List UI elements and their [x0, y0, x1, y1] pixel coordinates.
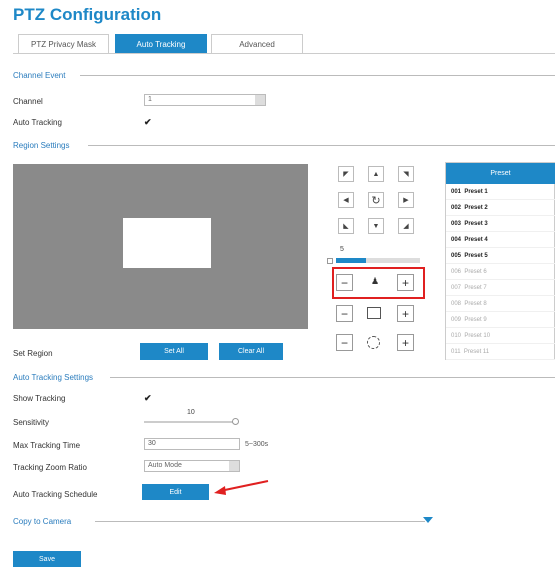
preset-item[interactable]: 003 Preset 3 — [446, 216, 555, 232]
section-title-channel-event: Channel Event — [13, 71, 66, 80]
preset-item[interactable]: 007 Preset 7 — [446, 280, 555, 296]
tilt-up-button[interactable]: ▲ — [368, 166, 384, 182]
pan-up-right-button[interactable]: ◥ — [398, 166, 414, 182]
auto-tracking-checkbox[interactable]: ✔ — [144, 118, 152, 127]
channel-select[interactable]: 1 — [144, 94, 266, 106]
preset-item[interactable]: 006 Preset 6 — [446, 264, 555, 280]
focus-icon — [367, 307, 381, 319]
section-divider — [110, 377, 555, 378]
preset-item[interactable]: 005 Preset 5 — [446, 248, 555, 264]
annotation-arrow-icon — [214, 480, 269, 495]
auto-scan-button[interactable]: ↻ — [368, 192, 384, 208]
speed-slider-fill — [336, 258, 366, 263]
preset-item[interactable]: 009 Preset 9 — [446, 312, 555, 328]
sensitivity-label: Sensitivity — [13, 418, 50, 427]
section-title-auto-tracking-settings: Auto Tracking Settings — [13, 373, 94, 382]
pan-down-left-button[interactable]: ◣ — [338, 218, 354, 234]
max-tracking-time-range: 5~300s — [245, 441, 269, 448]
chevron-down-icon — [255, 95, 265, 105]
max-tracking-time-input[interactable]: 30 — [144, 438, 240, 450]
preset-item[interactable]: 001 Preset 1 — [446, 184, 555, 200]
preset-item[interactable]: 002 Preset 2 — [446, 200, 555, 216]
channel-select-value: 1 — [148, 96, 152, 103]
region-rectangle[interactable] — [123, 218, 211, 268]
auto-tracking-label: Auto Tracking — [13, 118, 62, 127]
iris-open-button[interactable]: + — [397, 334, 414, 351]
tab-divider — [13, 53, 555, 54]
section-divider — [95, 521, 425, 522]
tracking-zoom-ratio-value: Auto Mode — [148, 462, 182, 469]
set-region-label: Set Region — [13, 349, 53, 358]
preset-item[interactable]: 004 Preset 4 — [446, 232, 555, 248]
iris-icon — [367, 336, 380, 349]
focus-far-button[interactable]: + — [397, 305, 414, 322]
tab-advanced[interactable]: Advanced — [211, 34, 303, 54]
sensitivity-slider[interactable] — [144, 421, 236, 423]
tracking-zoom-ratio-select[interactable]: Auto Mode — [144, 460, 240, 472]
sensitivity-slider-knob[interactable] — [232, 418, 239, 425]
show-tracking-label: Show Tracking — [13, 394, 66, 403]
tracking-zoom-ratio-label: Tracking Zoom Ratio — [13, 463, 87, 472]
set-all-button[interactable]: Set All — [140, 343, 208, 360]
pan-down-right-button[interactable]: ◢ — [398, 218, 414, 234]
chevron-down-icon[interactable] — [423, 517, 433, 523]
section-title-region-settings: Region Settings — [13, 141, 70, 150]
speed-min-icon — [327, 258, 333, 264]
clear-all-button[interactable]: Clear All — [219, 343, 283, 360]
iris-close-button[interactable]: − — [336, 334, 353, 351]
tab-ptz-privacy-mask[interactable]: PTZ Privacy Mask — [18, 34, 109, 54]
preset-item[interactable]: 010 Preset 10 — [446, 328, 555, 344]
show-tracking-checkbox[interactable]: ✔ — [144, 394, 152, 403]
edit-schedule-button[interactable]: Edit — [142, 484, 209, 500]
copy-to-camera-label: Copy to Camera — [13, 517, 72, 526]
preset-header: Preset — [446, 163, 555, 184]
auto-tracking-schedule-label: Auto Tracking Schedule — [13, 490, 98, 499]
pan-right-button[interactable]: ▶ — [398, 192, 414, 208]
tilt-down-button[interactable]: ▼ — [368, 218, 384, 234]
sensitivity-value: 10 — [187, 409, 195, 416]
focus-near-button[interactable]: − — [336, 305, 353, 322]
section-divider — [80, 75, 555, 76]
pan-up-left-button[interactable]: ◤ — [338, 166, 354, 182]
page-title: PTZ Configuration — [13, 5, 162, 24]
preset-item[interactable]: 011 Preset 11 — [446, 344, 555, 360]
max-tracking-time-label: Max Tracking Time — [13, 441, 81, 450]
section-divider — [88, 145, 555, 146]
zoom-highlight-box — [332, 267, 425, 299]
tab-auto-tracking[interactable]: Auto Tracking — [115, 34, 207, 54]
preset-item[interactable]: 008 Preset 8 — [446, 296, 555, 312]
pan-left-button[interactable]: ◀ — [338, 192, 354, 208]
save-button[interactable]: Save — [13, 551, 81, 567]
speed-value: 5 — [340, 246, 344, 253]
channel-label: Channel — [13, 97, 43, 106]
chevron-down-icon — [229, 461, 239, 471]
